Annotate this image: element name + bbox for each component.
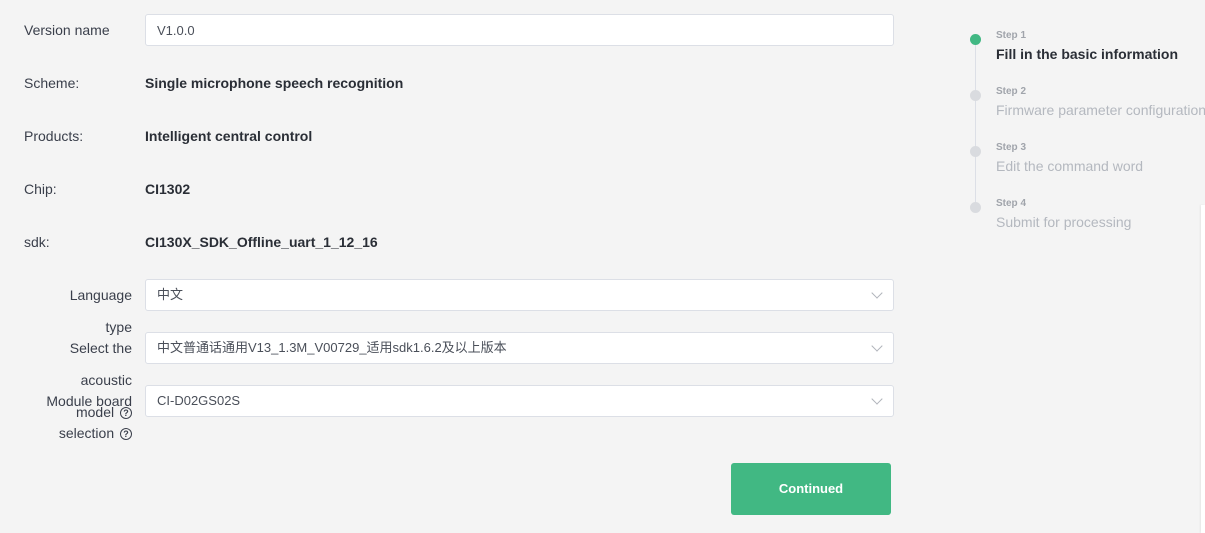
help-icon[interactable]: ? (120, 428, 132, 440)
step-2-title: Firmware parameter configuration (996, 102, 1205, 118)
step-3-title: Edit the command word (996, 158, 1144, 174)
step-1-title: Fill in the basic information (996, 46, 1179, 62)
language-type-select[interactable]: 中文 (145, 279, 894, 311)
step-3-number: Step 3 (996, 142, 1027, 153)
step-1-number: Step 1 (996, 30, 1027, 41)
scheme-label: Scheme: (24, 75, 80, 91)
language-type-label-line1: Language (69, 287, 132, 303)
chevron-down-icon (871, 393, 883, 405)
step-4-dot (970, 202, 981, 213)
module-board-label-text: selection (58, 425, 115, 441)
sdk-value: CI130X_SDK_Offline_uart_1_12_16 (145, 234, 378, 250)
products-value: Intelligent central control (145, 128, 313, 144)
language-type-label-line2: type (105, 319, 132, 335)
module-board-selected: CI-D02GS02S (157, 393, 241, 408)
chip-label: Chip: (24, 181, 57, 197)
acoustic-model-select[interactable]: 中文普通话通用V13_1.3M_V00729_适用sdk1.6.2及以上版本 (145, 332, 894, 364)
language-type-label-2: type (24, 317, 132, 338)
language-type-selected: 中文 (157, 287, 184, 302)
chevron-down-icon (871, 340, 883, 352)
scheme-value: Single microphone speech recognition (145, 75, 404, 91)
chip-value: CI1302 (145, 181, 191, 197)
step-2-dot (970, 90, 981, 101)
module-board-select[interactable]: CI-D02GS02S (145, 385, 894, 417)
version-name-label: Version name (24, 22, 110, 38)
products-label: Products: (24, 128, 84, 144)
acoustic-model-selected: 中文普通话通用V13_1.3M_V00729_适用sdk1.6.2及以上版本 (157, 340, 507, 355)
step-3-dot (970, 146, 981, 157)
step-4-title: Submit for processing (996, 214, 1132, 230)
language-type-label: Language (24, 285, 132, 306)
version-name-input[interactable] (145, 14, 894, 46)
steps-connector-line (975, 40, 976, 208)
step-4-number: Step 4 (996, 198, 1027, 209)
step-2-number: Step 2 (996, 86, 1027, 97)
acoustic-model-label-2: acoustic (80, 372, 132, 388)
chevron-down-icon (871, 287, 883, 299)
sdk-label: sdk: (24, 234, 50, 250)
right-panel-edge (1201, 205, 1205, 533)
module-board-label-2: selection ? (24, 423, 132, 444)
module-board-label-1: Module board (46, 393, 132, 409)
continue-button[interactable]: Continued (731, 463, 891, 515)
acoustic-model-label-1: Select the (69, 340, 132, 356)
step-1-dot (970, 34, 981, 45)
